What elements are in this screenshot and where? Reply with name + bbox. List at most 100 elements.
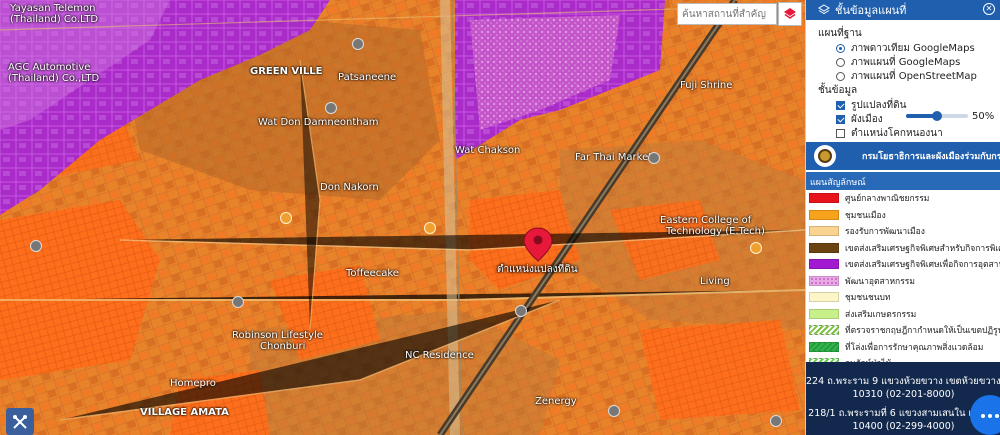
organization-name: กรมโยธาธิการและผังเมืองร่วมกับกรมที่ดิน <box>862 152 1000 162</box>
poi-icon[interactable] <box>280 212 292 224</box>
place-label: (Thailand) Co.,LTD <box>8 73 100 84</box>
radio-icon[interactable] <box>836 58 845 67</box>
checkbox-icon[interactable] <box>836 101 845 110</box>
basemap-option[interactable]: ภาพแผนที่ GoogleMaps <box>836 55 960 70</box>
address-line: 224 ถ.พระราม 9 แขวงห้วยขวาง เขตห้วยขวาง … <box>806 376 1000 387</box>
tools-button[interactable] <box>6 408 34 435</box>
legend-label: ชุมชนเมือง <box>845 210 886 221</box>
layer-option-label: รูปแปลงที่ดิน <box>851 100 907 111</box>
legend-item: ที่โล่งเพื่อการรักษาคุณภาพสิ่งแวดล้อม <box>806 339 1000 356</box>
layer-option[interactable]: ผังเมือง <box>836 112 883 127</box>
checkbox-icon[interactable] <box>836 115 845 124</box>
legend-swatch <box>809 275 839 286</box>
poi-icon[interactable] <box>515 305 527 317</box>
basemap-option-label: ภาพดาวเทียม GoogleMaps <box>851 43 975 54</box>
checkbox-icon[interactable] <box>836 129 845 138</box>
layers-button[interactable] <box>778 2 802 26</box>
legend-label: ที่โล่งเพื่อการรักษาคุณภาพสิ่งแวดล้อม <box>845 342 984 353</box>
place-label: Patsaneene <box>338 72 397 83</box>
legend-label: ศูนย์กลางพาณิชยกรรม <box>845 194 930 205</box>
place-label: Fuji Shrine <box>680 80 733 91</box>
legend: แผนสัญลักษณ์ ศูนย์กลางพาณิชยกรรมชุมชนเมื… <box>806 172 1000 369</box>
footer-address: 224 ถ.พระราม 9 แขวงห้วยขวาง เขตห้วยขวาง … <box>806 362 1000 435</box>
layer-option[interactable]: ตำแหน่งโคกหนองนา <box>836 126 943 141</box>
place-search-input[interactable] <box>677 3 777 25</box>
poi-icon[interactable] <box>325 102 337 114</box>
legend-title: แผนสัญลักษณ์ <box>806 172 1000 190</box>
place-label: Eastern College of <box>660 215 752 226</box>
poi-icon[interactable] <box>770 415 782 427</box>
layers-title: ชั้นข้อมูล <box>818 85 858 96</box>
legend-swatch <box>809 193 839 204</box>
place-label: Yayasan Telemon <box>10 3 96 14</box>
legend-swatch <box>809 292 839 303</box>
poi-icon[interactable] <box>608 405 620 417</box>
place-label: VILLAGE AMATA <box>140 407 229 418</box>
place-label: Wat Chakson <box>455 145 521 156</box>
legend-swatch <box>809 341 839 352</box>
layer-option[interactable]: รูปแปลงที่ดิน <box>836 98 906 113</box>
place-label: Far Thai Market <box>575 152 653 163</box>
legend-label: ชุมชนชนบท <box>845 293 891 304</box>
legend-swatch <box>809 226 839 237</box>
basemap-option-label: ภาพแผนที่ OpenStreetMap <box>851 71 977 82</box>
radio-icon[interactable] <box>836 44 845 53</box>
legend-label: พัฒนาอุตสาหกรรม <box>845 276 915 287</box>
legend-item: ชุมชนชนบท <box>806 289 1000 306</box>
slider-handle[interactable] <box>932 111 942 121</box>
legend-item: เขตส่งเสริมเศรษฐกิจพิเศษเพื่อกิจการอุตสา… <box>806 256 1000 273</box>
marker-label: ตำแหน่งแปลงที่ดิน <box>497 264 578 275</box>
legend-item: เขตส่งเสริมเศรษฐกิจพิเศษสำหรับกิจการพิเศ… <box>806 240 1000 257</box>
place-label: GREEN VILLE <box>250 66 323 77</box>
place-label: Homepro <box>170 378 216 389</box>
legend-item: ส่งเสริมเกษตรกรรม <box>806 306 1000 323</box>
legend-item: ที่ตรวจราชกฤษฎีกากำหนดให้เป็นเขตปฏิรูปที… <box>806 322 1000 339</box>
opacity-value: 50% <box>972 111 995 122</box>
map-layer-panel: ชั้นข้อมูลแผนที่ ✕ แผนที่ฐาน ภาพดาวเทียม… <box>805 0 1000 435</box>
opacity-slider[interactable] <box>906 111 968 121</box>
poi-icon[interactable] <box>232 296 244 308</box>
layers-icon <box>784 8 796 19</box>
poi-icon[interactable] <box>30 240 42 252</box>
poi-icon[interactable] <box>648 152 660 164</box>
legend-list: ศูนย์กลางพาณิชยกรรมชุมชนเมืองรองรับการพั… <box>806 190 1000 372</box>
legend-item: ศูนย์กลางพาณิชยกรรม <box>806 190 1000 207</box>
layer-option-label: ตำแหน่งโคกหนองนา <box>851 128 943 139</box>
legend-swatch <box>809 209 839 220</box>
layer-option-label: ผังเมือง <box>851 114 883 125</box>
place-label: AGC Automotive <box>8 62 91 73</box>
radio-icon[interactable] <box>836 72 845 81</box>
basemap-option[interactable]: ภาพแผนที่ OpenStreetMap <box>836 69 977 84</box>
poi-icon[interactable] <box>424 222 436 234</box>
place-label: (Thailand) Co.LTD <box>10 14 99 25</box>
legend-item: รองรับการพัฒนาเมือง <box>806 223 1000 240</box>
legend-swatch <box>809 325 839 336</box>
legend-label: รองรับการพัฒนาเมือง <box>845 227 925 238</box>
panel-header: ชั้นข้อมูลแผนที่ ✕ <box>806 0 1000 20</box>
poi-icon[interactable] <box>750 242 762 254</box>
place-label: Wat Don Damneontham <box>258 117 379 128</box>
basemap-option-label: ภาพแผนที่ GoogleMaps <box>851 57 961 68</box>
legend-label: ที่ตรวจราชกฤษฎีกากำหนดให้เป็นเขตปฏิรูปที… <box>845 326 1000 337</box>
basemap-title: แผนที่ฐาน <box>818 28 862 39</box>
close-icon[interactable]: ✕ <box>983 3 995 15</box>
legend-label: ส่งเสริมเกษตรกรรม <box>845 309 917 320</box>
map-view[interactable]: AGC Automotive (Thailand) Co.,LTD GREEN … <box>0 0 805 435</box>
legend-item: พัฒนาอุตสาหกรรม <box>806 273 1000 290</box>
place-label: Toffeecake <box>346 268 399 279</box>
legend-label: เขตส่งเสริมเศรษฐกิจพิเศษเพื่อกิจการอุตสา… <box>845 260 1000 271</box>
org-emblem-icon <box>814 145 836 167</box>
legend-swatch <box>809 308 839 319</box>
panel-title: ชั้นข้อมูลแผนที่ <box>835 4 907 17</box>
poi-icon[interactable] <box>352 38 364 50</box>
place-label: Living <box>700 276 730 287</box>
basemap-option[interactable]: ภาพดาวเทียม GoogleMaps <box>836 41 975 56</box>
place-label: Don Nakorn <box>320 182 379 193</box>
address-line: 10310 (02-201-8000) <box>852 389 955 400</box>
legend-swatch <box>809 242 839 253</box>
place-label: NC Residence <box>405 350 474 361</box>
chat-dots-icon <box>980 410 1000 421</box>
place-label: Zenergy <box>535 396 577 407</box>
place-label: Robinson Lifestyle <box>232 330 323 341</box>
place-label: Technology (E.Tech) <box>666 226 765 237</box>
